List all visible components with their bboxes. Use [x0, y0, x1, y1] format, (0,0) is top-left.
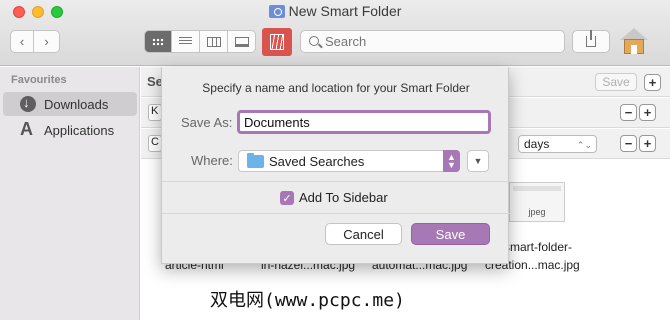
- remove-criteria-button[interactable]: −: [620, 104, 637, 121]
- divider: [162, 213, 510, 214]
- sidebar-item-applications[interactable]: Applications: [3, 118, 137, 142]
- gallery-view-button[interactable]: [228, 30, 256, 53]
- download-icon: [20, 95, 36, 112]
- add-to-sidebar-checkbox[interactable]: ✓: [280, 191, 294, 205]
- share-button[interactable]: [572, 30, 610, 53]
- smart-folder-icon: [268, 5, 285, 18]
- back-button[interactable]: ‹: [10, 30, 34, 53]
- save-as-field[interactable]: [237, 110, 491, 134]
- days-label: days: [524, 137, 550, 151]
- add-criteria-button[interactable]: +: [639, 104, 656, 121]
- file-thumbnail[interactable]: jpeg: [509, 182, 565, 222]
- list-view-button[interactable]: [172, 30, 200, 53]
- chevron-down-icon: ▼: [473, 156, 483, 166]
- grid-icon: [152, 37, 164, 46]
- expand-button[interactable]: ▼: [467, 150, 489, 172]
- home-button[interactable]: [619, 26, 649, 56]
- gallery-icon: [234, 36, 249, 47]
- window-toolbar: New Smart Folder ‹ ›: [0, 0, 670, 66]
- chevron-left-icon: ‹: [19, 34, 25, 49]
- sheet-prompt: Specify a name and location for your Sma…: [202, 81, 470, 95]
- updown-chevron-icon: ▲ ▼: [443, 150, 460, 172]
- sidebar-item-label: Downloads: [44, 96, 109, 112]
- days-popup[interactable]: days ⌃⌄: [518, 135, 597, 153]
- add-to-sidebar-label[interactable]: Add To Sidebar: [299, 190, 388, 205]
- criteria-date-popup[interactable]: C: [148, 135, 162, 152]
- updown-icon: ⌃⌄: [576, 140, 592, 150]
- where-label: Where:: [191, 153, 233, 168]
- sidebar-heading: Favourites: [11, 74, 67, 86]
- sidebar-item-label: Applications: [44, 122, 115, 138]
- search-input[interactable]: [325, 33, 555, 50]
- window-title: New Smart Folder: [0, 3, 670, 19]
- list-icon: [179, 37, 192, 46]
- chevron-right-icon: ›: [44, 34, 49, 49]
- view-mode-selector: [144, 30, 256, 53]
- save-as-label: Save As:: [181, 115, 233, 130]
- window-title-text: New Smart Folder: [288, 3, 402, 19]
- applications-icon: [20, 119, 36, 140]
- save-button[interactable]: Save: [411, 223, 490, 245]
- add-criteria-button[interactable]: +: [644, 74, 661, 91]
- remove-criteria-button[interactable]: −: [620, 135, 637, 152]
- watermark-text: 双电网(www.pcpc.me): [210, 290, 405, 311]
- divider: [162, 181, 510, 182]
- where-popup[interactable]: Saved Searches ▲ ▼: [238, 150, 460, 172]
- column-view-button[interactable]: [200, 30, 228, 53]
- criteria-kind-popup[interactable]: K: [148, 104, 162, 121]
- columns-icon: [206, 36, 221, 47]
- file-name[interactable]: smart-folder-: [504, 240, 572, 254]
- arrange-button[interactable]: [262, 28, 292, 56]
- folder-icon: [247, 152, 264, 168]
- sidebar: Favourites Downloads Applications: [0, 67, 140, 320]
- sidebar-item-downloads[interactable]: Downloads: [3, 92, 137, 116]
- save-smart-folder-sheet: Specify a name and location for your Sma…: [161, 67, 510, 264]
- share-icon: [586, 30, 596, 47]
- thumbnail-preview: [513, 186, 561, 191]
- stack-icon: [270, 34, 284, 50]
- where-value: Saved Searches: [269, 153, 365, 169]
- checkmark-icon: ✓: [282, 192, 292, 205]
- home-icon-door: [631, 45, 637, 54]
- thumbnail-type-label: jpeg: [528, 207, 546, 217]
- search-field[interactable]: [300, 30, 565, 53]
- save-search-button[interactable]: Save: [595, 73, 637, 91]
- cancel-button[interactable]: Cancel: [325, 223, 402, 245]
- forward-button[interactable]: ›: [34, 30, 60, 53]
- icon-view-button[interactable]: [144, 30, 172, 53]
- search-icon: [309, 36, 319, 46]
- add-criteria-button[interactable]: +: [639, 135, 656, 152]
